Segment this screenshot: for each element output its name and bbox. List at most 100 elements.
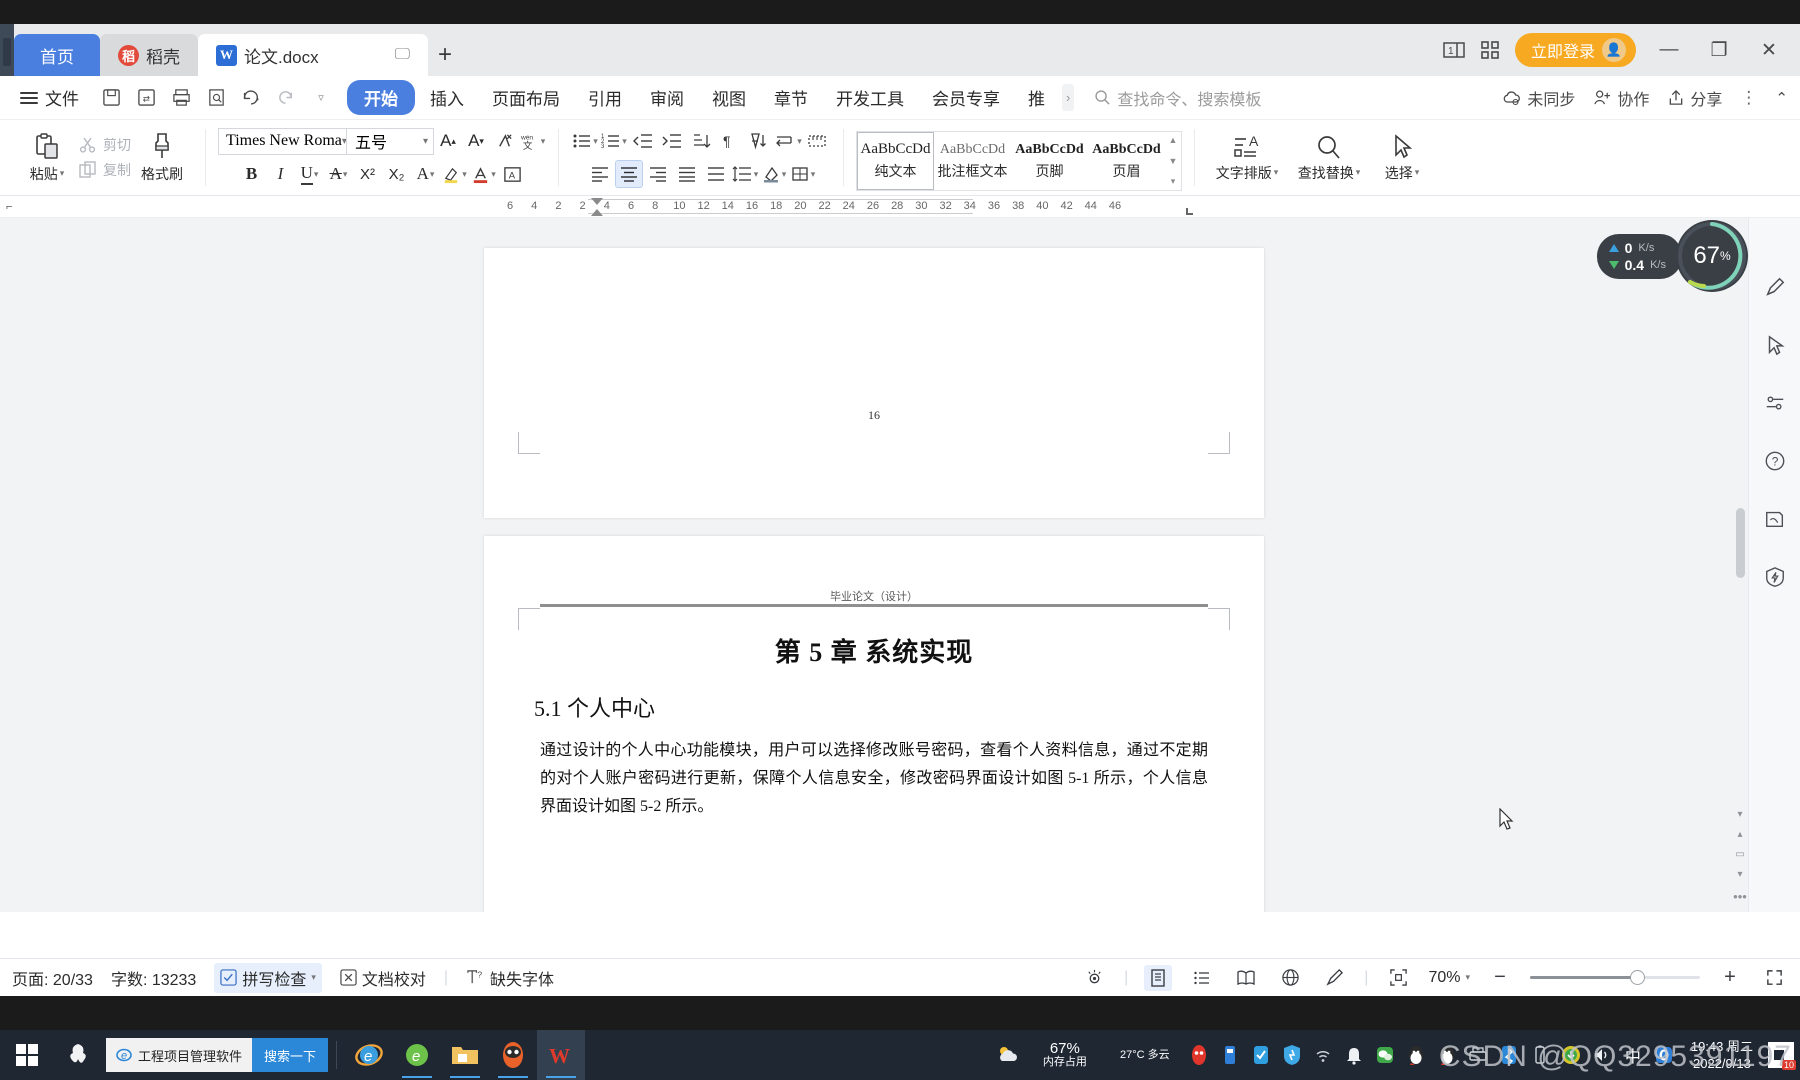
- taskbar-search-button[interactable]: 搜索一下: [252, 1038, 329, 1072]
- style-footer[interactable]: AaBbCcDd 页脚: [1011, 132, 1088, 190]
- redo-icon[interactable]: [270, 83, 302, 113]
- sort-icon[interactable]: [687, 127, 715, 155]
- bell-icon[interactable]: [1342, 1043, 1366, 1067]
- internet-explorer-icon[interactable]: e: [345, 1030, 393, 1080]
- tray-system-monitor[interactable]: 67% 内存占用: [1027, 1041, 1103, 1068]
- first-line-indent-marker[interactable]: [591, 198, 603, 205]
- save-as-icon[interactable]: ⇄: [130, 83, 162, 113]
- select-objects-button[interactable]: 选择 ▾: [1371, 133, 1433, 183]
- line-break-icon[interactable]: ▾: [774, 127, 802, 155]
- vertical-scrollbar-thumb[interactable]: [1736, 508, 1745, 578]
- single-page-view-icon[interactable]: 1: [1443, 41, 1465, 59]
- more-dots-icon[interactable]: •••: [1733, 889, 1747, 904]
- decrease-indent-icon[interactable]: [629, 127, 657, 155]
- ink-write-icon[interactable]: [1320, 965, 1348, 991]
- page-indicator[interactable]: 页面: 20/33: [12, 966, 93, 990]
- line-spacing-icon[interactable]: ▾: [731, 160, 759, 188]
- zoom-slider[interactable]: [1530, 970, 1700, 985]
- more-vertical-icon[interactable]: ⋮: [1740, 88, 1757, 108]
- monitor-icon[interactable]: 🖵: [395, 46, 410, 64]
- tab-start[interactable]: 开始: [347, 80, 415, 115]
- print-preview-icon[interactable]: [200, 83, 232, 113]
- save-icon[interactable]: [95, 83, 127, 113]
- pen-highlight-icon[interactable]: [1764, 276, 1786, 304]
- tab-member-exclusive[interactable]: 会员专享: [919, 80, 1013, 115]
- tab-docer[interactable]: 稻 稻壳: [100, 34, 198, 76]
- prev-page-icon[interactable]: ▴: [1737, 829, 1742, 840]
- chevron-right-icon[interactable]: ›: [1062, 84, 1075, 111]
- shrink-font-icon[interactable]: A ▾: [462, 127, 490, 155]
- style-comment-box-text[interactable]: AaBbCcDd 批注框文本: [934, 132, 1011, 190]
- collaborate-button[interactable]: 协作: [1593, 86, 1649, 110]
- align-center-icon[interactable]: [614, 160, 643, 188]
- strikethrough-button[interactable]: A ▾: [325, 160, 353, 188]
- outline-view-icon[interactable]: [1188, 965, 1216, 991]
- document-page-17[interactable]: 毕业论文（设计） 第 5 章 系统实现 5.1 个人中心 通过设计的个人中心功能…: [484, 536, 1264, 912]
- zoom-in-button[interactable]: +: [1716, 965, 1744, 991]
- file-explorer-icon[interactable]: [441, 1030, 489, 1080]
- format-painter-button[interactable]: 格式刷: [131, 132, 193, 184]
- shield-lightning-icon[interactable]: [1764, 566, 1786, 594]
- italic-button[interactable]: I: [267, 160, 295, 188]
- tab-references[interactable]: 引用: [575, 80, 635, 115]
- borders-icon[interactable]: ▾: [789, 160, 817, 188]
- settings-sliders-icon[interactable]: [1764, 392, 1786, 420]
- reading-view-icon[interactable]: [1232, 965, 1260, 991]
- style-expand-icon[interactable]: ▾: [1171, 176, 1176, 187]
- superscript-button[interactable]: X²: [354, 160, 382, 188]
- bold-button[interactable]: B: [238, 160, 266, 188]
- text-typesetting-button[interactable]: A 文字排版 ▾: [1207, 133, 1287, 183]
- tab-document[interactable]: W 论文.docx 🖵: [198, 34, 428, 76]
- tab-view[interactable]: 视图: [699, 80, 759, 115]
- customize-qat-icon[interactable]: ▿: [305, 83, 337, 113]
- pinyin-guide-icon[interactable]: wén 文 ▾: [518, 127, 546, 155]
- horizontal-ruler[interactable]: ⌐ 6 4 2 2 4 6 8 10 12 14 16 18 20 22 24 26 28 30 32 34 36 38 4…: [0, 196, 1800, 218]
- file-menu-button[interactable]: 文件: [10, 85, 89, 110]
- tab-home[interactable]: 首页: [14, 34, 100, 76]
- minimize-button[interactable]: —: [1652, 39, 1686, 61]
- share-button[interactable]: 分享: [1667, 86, 1722, 110]
- shield-blue-icon[interactable]: [1280, 1043, 1304, 1067]
- left-indent-marker[interactable]: [591, 209, 603, 216]
- shading-icon[interactable]: ▾: [760, 160, 788, 188]
- tab-stop-marker[interactable]: [1186, 208, 1193, 215]
- network-speed-widget[interactable]: 0 K/s 0.4 K/s: [1596, 234, 1682, 279]
- tab-section[interactable]: 章节: [761, 80, 821, 115]
- subscript-button[interactable]: X₂: [383, 160, 411, 188]
- paragraph-layout-icon[interactable]: [745, 127, 773, 155]
- print-layout-view-icon[interactable]: [1144, 964, 1173, 991]
- proofread-button[interactable]: 文档校对: [340, 966, 426, 990]
- text-highlight-icon[interactable]: ▾: [441, 160, 469, 188]
- font-family-input[interactable]: Times New Roma ▾: [218, 127, 346, 155]
- numbered-list-icon[interactable]: 1 2 3 ▾: [600, 127, 628, 155]
- find-replace-button[interactable]: 查找替换 ▾: [1287, 133, 1371, 183]
- clear-format-icon[interactable]: [490, 127, 518, 155]
- style-scroll-down-icon[interactable]: ▼: [1169, 156, 1178, 166]
- taskbar-search-input[interactable]: e 工程项目管理软件: [106, 1038, 253, 1072]
- taskbar-search[interactable]: e 工程项目管理软件 搜索一下: [106, 1038, 329, 1072]
- browser-360-icon[interactable]: e: [393, 1030, 441, 1080]
- align-left-icon[interactable]: [586, 160, 614, 188]
- tray-weather[interactable]: 27°C 多云: [1110, 1049, 1180, 1061]
- zoom-level-display[interactable]: 70% ▾: [1428, 969, 1470, 987]
- fit-page-icon[interactable]: [1384, 965, 1412, 991]
- qq-penguin-icon[interactable]: [1404, 1043, 1428, 1067]
- print-icon[interactable]: [165, 83, 197, 113]
- underline-button[interactable]: U ▾: [296, 160, 324, 188]
- scroll-down-icon[interactable]: ▾: [1737, 809, 1742, 820]
- tab-recommend[interactable]: 推: [1015, 80, 1058, 115]
- cursor-select-icon[interactable]: [1764, 334, 1786, 362]
- style-header[interactable]: AaBbCcDd 页眉: [1088, 132, 1165, 190]
- login-button[interactable]: 立即登录 👤: [1514, 33, 1636, 67]
- grid-view-icon[interactable]: [1481, 41, 1499, 59]
- restore-button[interactable]: ❐: [1702, 39, 1736, 62]
- ocr-scan-icon[interactable]: [1764, 508, 1786, 536]
- zoom-slider-knob[interactable]: [1630, 970, 1645, 985]
- wifi-icon[interactable]: [1311, 1043, 1335, 1067]
- justify-icon[interactable]: [673, 160, 701, 188]
- tab-dev-tools[interactable]: 开发工具: [823, 80, 917, 115]
- distribute-icon[interactable]: [702, 160, 730, 188]
- help-circle-icon[interactable]: ?: [1764, 450, 1786, 478]
- text-effect-icon[interactable]: A: [499, 160, 527, 188]
- missing-font-button[interactable]: ? 缺失字体: [466, 966, 554, 990]
